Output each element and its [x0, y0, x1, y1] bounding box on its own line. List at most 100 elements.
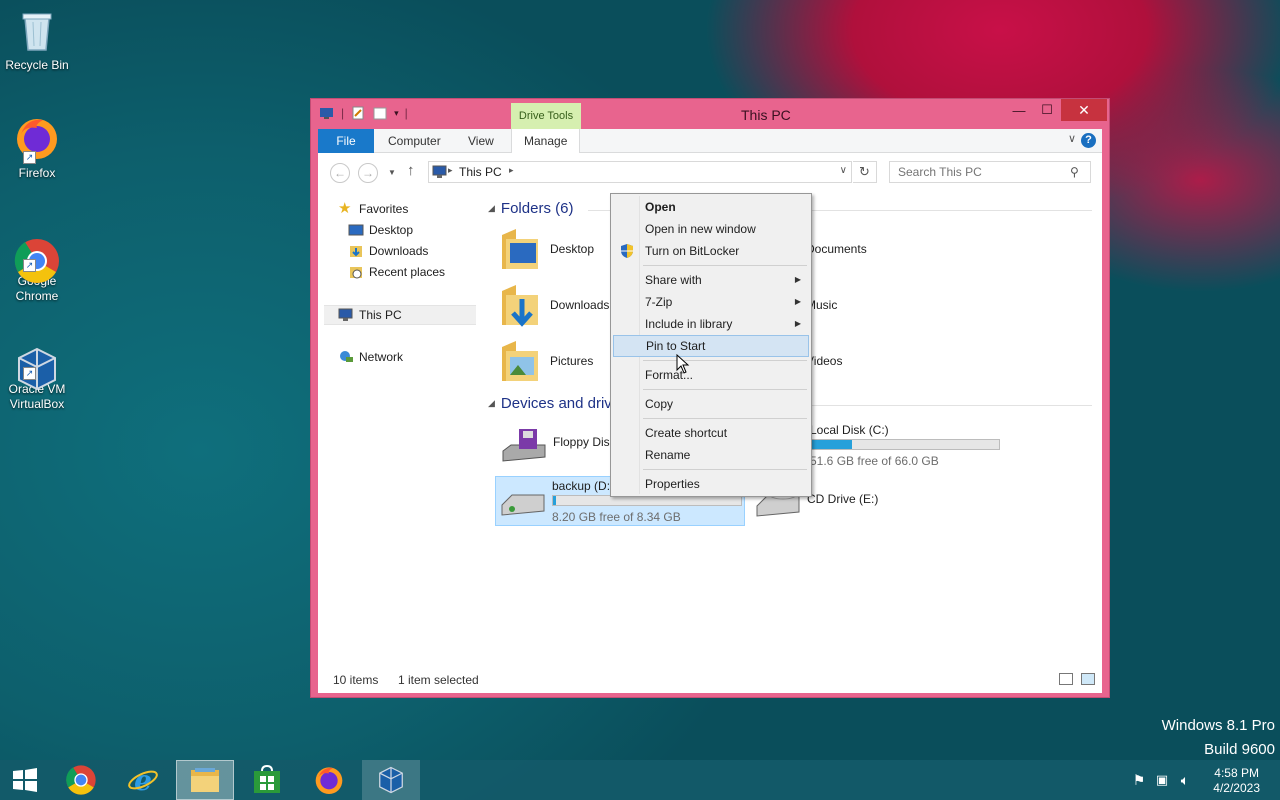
clock-date: 4/2/2023 — [1213, 781, 1260, 795]
recycle-bin-icon — [13, 6, 61, 54]
folder-desktop[interactable]: Desktop — [498, 223, 618, 275]
collapse-group-icon[interactable]: ◢ — [488, 203, 495, 214]
nav-item-network[interactable]: Network — [338, 347, 403, 367]
context-menu: Open Open in new window Turn on BitLocke… — [610, 193, 812, 497]
menu-item-properties[interactable]: Properties — [613, 473, 809, 495]
menu-item-pin-to-start[interactable]: Pin to Start — [613, 335, 809, 357]
nav-item-downloads[interactable]: Downloads — [348, 241, 428, 261]
group-title: Folders (6) — [500, 200, 574, 217]
navigation-pane: ★ Favorites Desktop Downloads Recent pla… — [318, 191, 478, 665]
nav-item-desktop[interactable]: Desktop — [348, 220, 413, 240]
folder-downloads[interactable]: Downloads — [498, 279, 618, 331]
mouse-cursor-icon — [676, 354, 690, 374]
drive-tools-context-tab: Drive Tools — [511, 103, 581, 129]
collapse-group-icon[interactable]: ◢ — [488, 398, 495, 409]
windows-build-watermark: Build 9600 — [1204, 741, 1275, 758]
taskbar-firefox[interactable] — [300, 760, 358, 800]
menu-item-copy[interactable]: Copy — [613, 393, 809, 415]
menu-separator — [643, 469, 807, 470]
window-controls: — ☐ ✕ — [1005, 99, 1107, 121]
help-icon[interactable]: ? — [1081, 133, 1096, 148]
menu-item-open[interactable]: Open — [613, 196, 809, 218]
windows-logo-icon — [13, 768, 37, 792]
properties-icon[interactable] — [350, 105, 366, 121]
volume-icon[interactable]: 🔈︎ — [1174, 772, 1196, 789]
back-button[interactable]: ← — [330, 163, 350, 183]
hard-drive-icon — [501, 494, 545, 516]
windows-edition-watermark: Windows 8.1 Pro — [1161, 717, 1275, 734]
close-button[interactable]: ✕ — [1061, 99, 1107, 121]
desktop-icon-virtualbox[interactable]: ↗ Oracle VM VirtualBox — [2, 330, 72, 412]
nav-item-this-pc[interactable]: This PC — [338, 305, 402, 325]
qat-divider: | — [341, 106, 345, 120]
recent-locations-icon[interactable]: ▼ — [388, 168, 396, 177]
breadcrumb-this-pc[interactable]: This PC — [459, 165, 502, 179]
desktop-icon-recycle-bin[interactable]: Recycle Bin — [2, 6, 72, 73]
recent-places-icon — [350, 267, 362, 279]
desktop-icon-label: Firefox — [18, 166, 56, 180]
nav-item-favorites[interactable]: ★ Favorites — [338, 199, 408, 219]
menu-item-share-with[interactable]: Share with ▶ — [613, 269, 809, 291]
breadcrumb-chevron-icon[interactable]: ▸ — [509, 165, 514, 176]
refresh-button[interactable]: ↻ — [853, 161, 877, 183]
nav-item-label: Desktop — [369, 223, 414, 237]
large-icons-view-icon[interactable] — [1081, 673, 1095, 685]
taskbar-chrome[interactable] — [52, 760, 110, 800]
taskbar-store[interactable] — [238, 760, 296, 800]
menu-separator — [643, 265, 807, 266]
qat-dropdown-icon[interactable]: ▾ — [394, 108, 399, 119]
breadcrumb-separator-icon[interactable]: ▸ — [448, 165, 453, 176]
desktop-folder-icon — [502, 229, 538, 269]
desktop-icon-firefox[interactable]: ↗ Firefox — [2, 114, 72, 181]
folder-label: Downloads — [550, 298, 610, 312]
start-button[interactable] — [0, 760, 50, 800]
action-center-flag-icon[interactable]: ⚑ — [1128, 772, 1150, 789]
network-tray-icon[interactable]: ▣ — [1150, 772, 1174, 788]
menu-item-create-shortcut[interactable]: Create shortcut — [613, 422, 809, 444]
new-folder-icon[interactable] — [372, 105, 388, 121]
forward-button[interactable]: → — [358, 163, 378, 183]
taskbar-file-explorer[interactable] — [176, 760, 234, 800]
internet-explorer-icon: e — [128, 764, 158, 796]
minimize-button[interactable]: — — [1005, 99, 1033, 121]
file-explorer-icon — [191, 768, 219, 792]
address-bar[interactable]: ▸ This PC ▸ ∨ — [428, 161, 852, 183]
taskbar-virtualbox[interactable] — [362, 760, 420, 800]
menu-item-7zip[interactable]: 7-Zip ▶ — [613, 291, 809, 313]
title-bar[interactable]: | ▾ | Drive Tools This PC — ☐ ✕ — [311, 99, 1109, 129]
desktop-icon-chrome[interactable]: ↗ Google Chrome — [2, 222, 72, 304]
tab-manage[interactable]: Manage — [511, 129, 581, 153]
menu-item-rename[interactable]: Rename — [613, 444, 809, 466]
details-view-icon[interactable] — [1059, 673, 1073, 685]
pictures-folder-icon — [502, 341, 538, 381]
menu-item-label: Turn on BitLocker — [645, 244, 740, 258]
search-icon[interactable]: ⚲ — [1070, 165, 1079, 179]
taskbar-internet-explorer[interactable]: e — [114, 760, 172, 800]
firefox-icon — [315, 767, 343, 794]
expand-ribbon-icon[interactable]: ∨ — [1068, 132, 1076, 145]
menu-item-include-in-library[interactable]: Include in library ▶ — [613, 313, 809, 335]
nav-item-label: Favorites — [359, 202, 409, 216]
menu-item-bitlocker[interactable]: Turn on BitLocker — [613, 240, 809, 262]
nav-item-label: Recent places — [369, 265, 446, 279]
submenu-arrow-icon: ▶ — [794, 275, 801, 284]
search-input[interactable] — [889, 161, 1091, 183]
nav-item-label: Network — [359, 350, 404, 364]
tab-computer[interactable]: Computer — [376, 129, 453, 153]
address-dropdown-icon[interactable]: ∨ — [840, 165, 847, 176]
tab-file[interactable]: File — [318, 129, 374, 153]
maximize-button[interactable]: ☐ — [1033, 99, 1061, 121]
menu-item-open-new-window[interactable]: Open in new window — [613, 218, 809, 240]
ribbon-tabs: File Computer View Manage ∨ ? — [318, 129, 1102, 153]
taskbar-clock[interactable]: 4:58 PM 4/2/2023 — [1213, 766, 1260, 796]
up-button[interactable]: ↑ — [407, 162, 415, 179]
menu-item-format[interactable]: Format... — [613, 364, 809, 386]
nav-item-recent-places[interactable]: Recent places — [348, 262, 445, 282]
network-icon — [340, 351, 353, 362]
this-pc-icon — [338, 308, 353, 321]
virtualbox-icon: ↗ — [13, 330, 61, 391]
tab-view[interactable]: View — [456, 129, 506, 153]
folders-group-header[interactable]: ◢ Folders (6) — [488, 200, 573, 217]
drive-name: Local Disk (C:) — [810, 423, 889, 437]
folder-pictures[interactable]: Pictures — [498, 335, 618, 387]
